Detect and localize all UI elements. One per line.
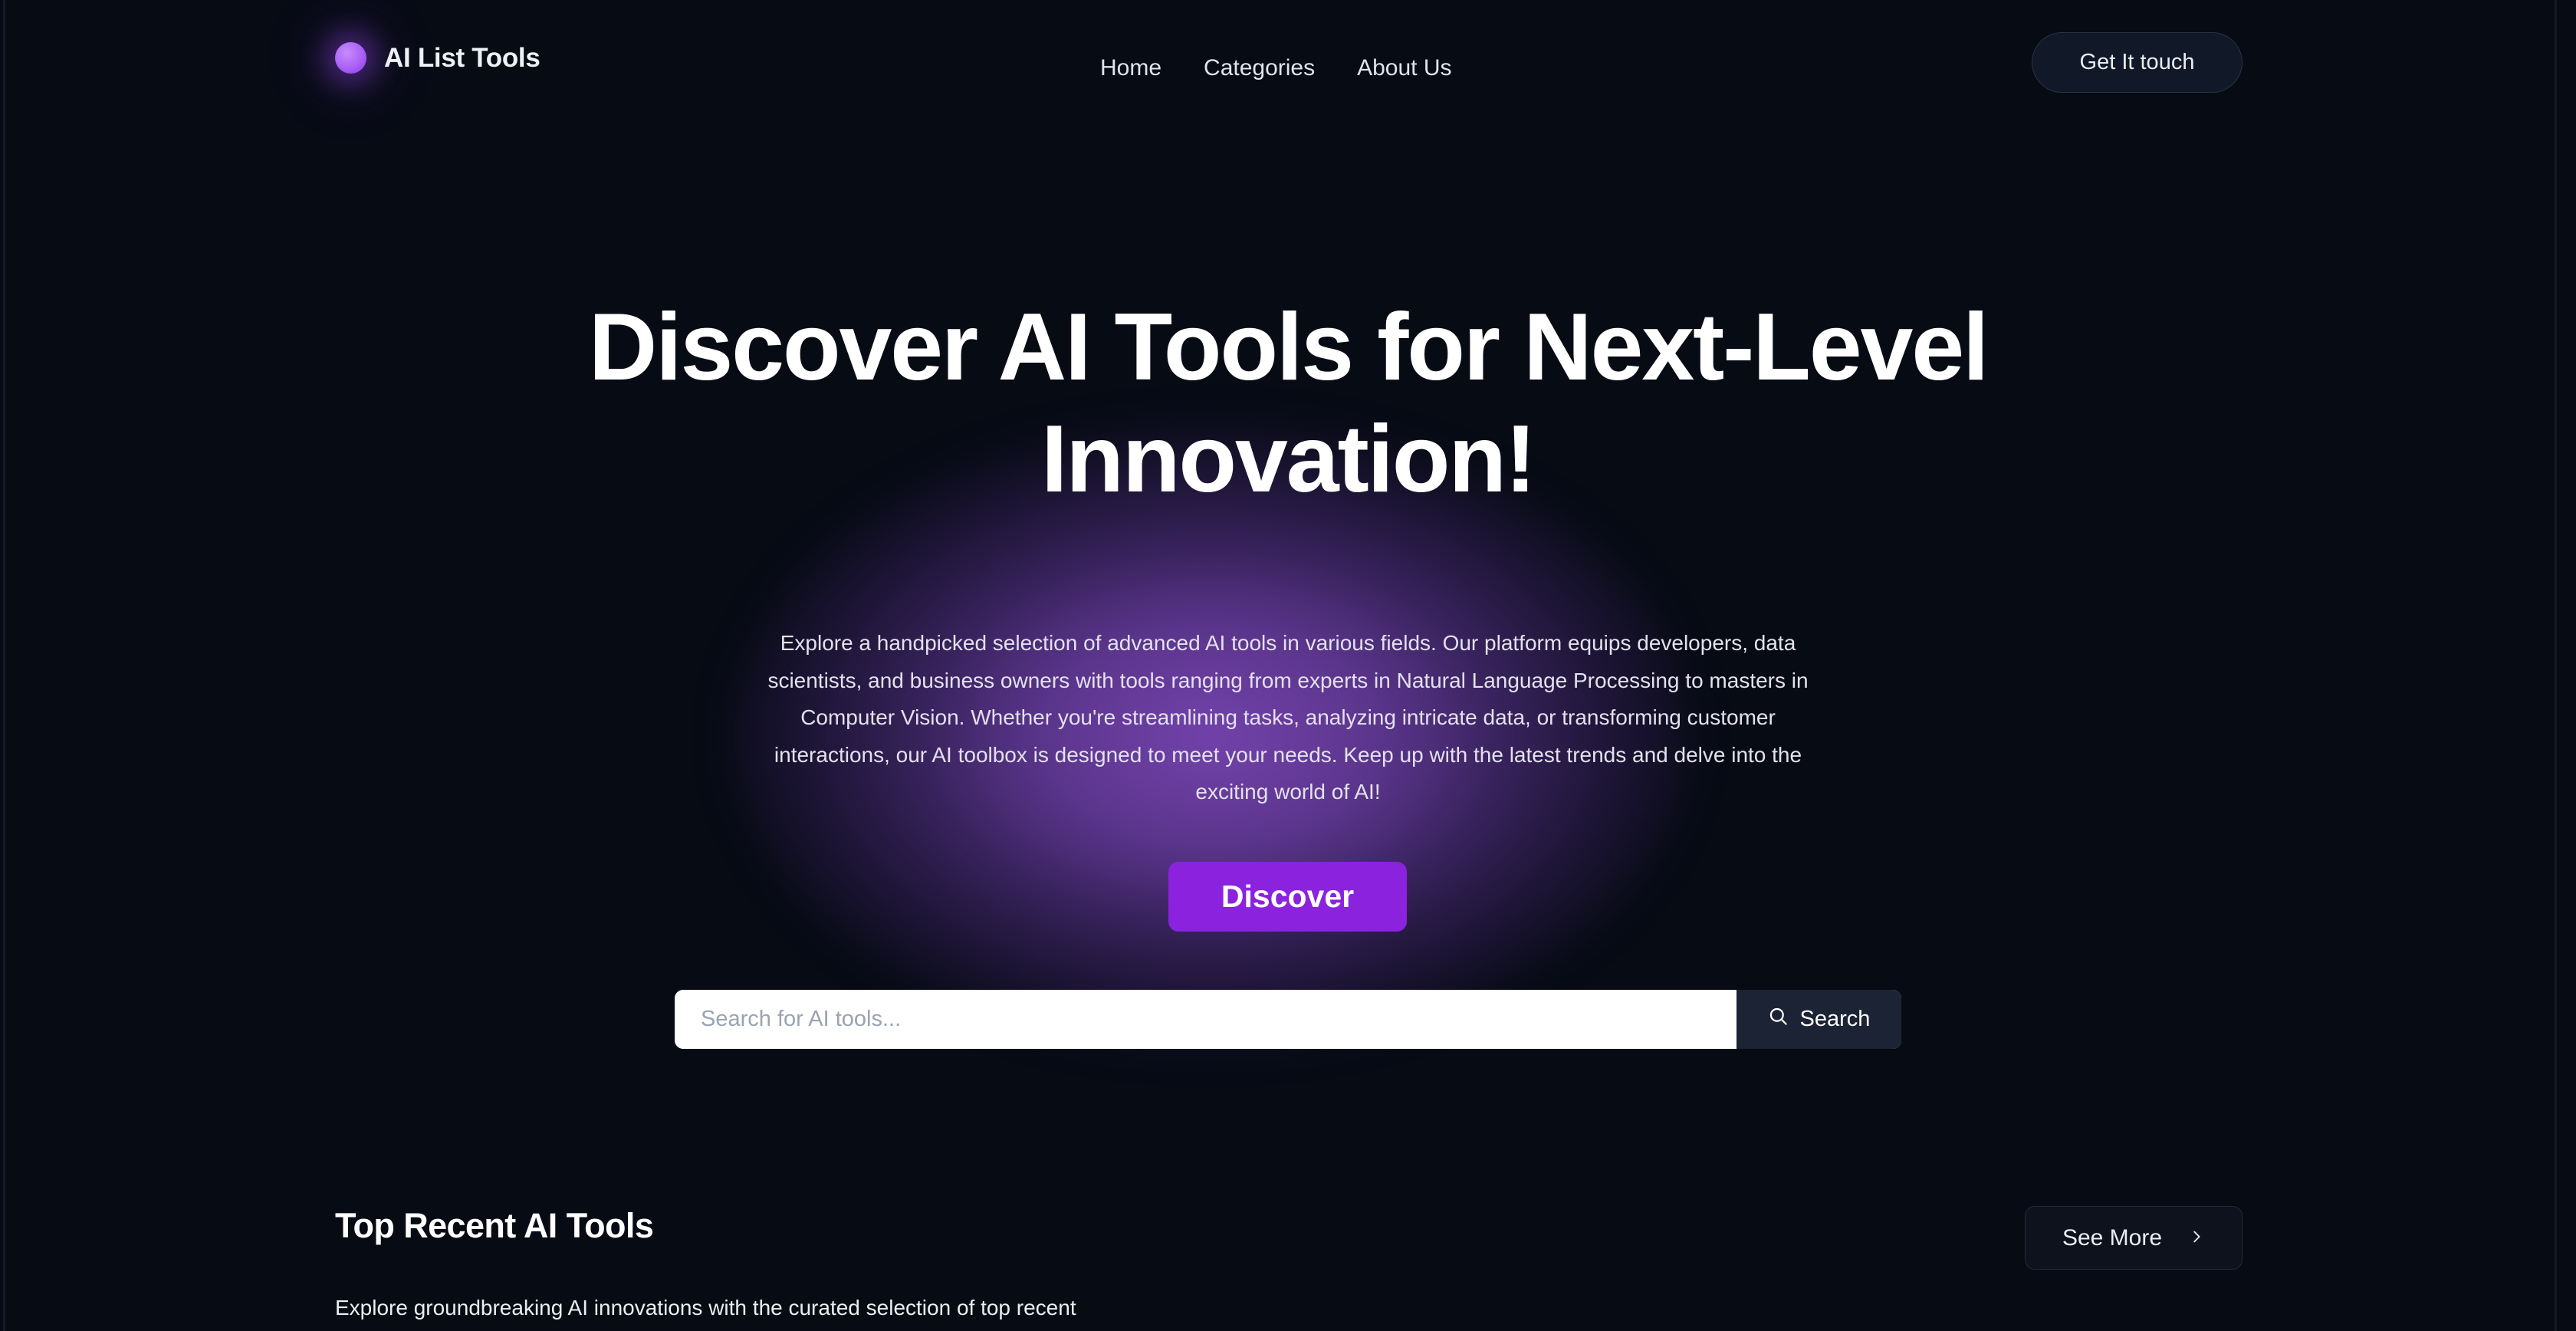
search-icon [1768, 1006, 1789, 1033]
page-title: Discover AI Tools for Next-Level Innovat… [588, 294, 1990, 513]
site-header: AI List Tools Home Categories About Us G… [0, 0, 2576, 134]
viewport-edge-right [2555, 0, 2557, 1331]
section-subtitle: Explore groundbreaking AI innovations wi… [335, 1296, 1076, 1319]
nav-item-home[interactable]: Home [1100, 55, 1162, 81]
search-button[interactable]: Search [1737, 990, 1901, 1049]
nav-item-about-us[interactable]: About Us [1357, 55, 1451, 81]
chevron-right-icon [2188, 1225, 2205, 1251]
purple-circle-logo-icon [335, 42, 366, 74]
search-button-label: Search [1799, 1007, 1871, 1031]
get-in-touch-button[interactable]: Get It touch [2032, 32, 2242, 93]
discover-button[interactable]: Discover [1168, 862, 1407, 932]
section-title: Top Recent AI Tools [335, 1206, 654, 1245]
main-navigation: Home Categories About Us [1100, 55, 1452, 81]
brand-logo[interactable]: AI List Tools [335, 42, 540, 74]
search-input[interactable] [675, 990, 1737, 1049]
nav-item-categories[interactable]: Categories [1204, 55, 1315, 81]
brand-name: AI List Tools [384, 42, 540, 73]
hero-paragraph: Explore a handpicked selection of advanc… [767, 631, 1809, 804]
search-bar: Search [675, 990, 1901, 1049]
see-more-button[interactable]: See More [2025, 1206, 2242, 1270]
see-more-label: See More [2062, 1224, 2163, 1250]
viewport-edge-left [3, 0, 5, 1331]
